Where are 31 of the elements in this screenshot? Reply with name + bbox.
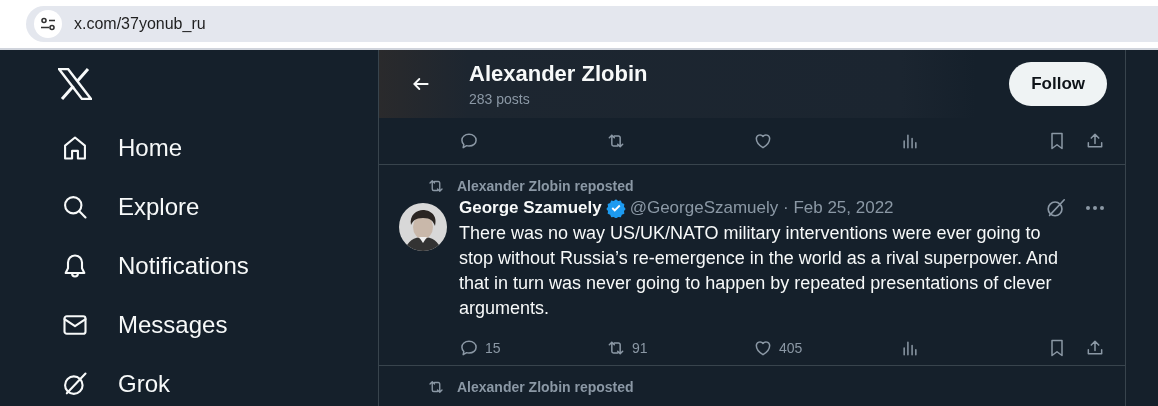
nav-item[interactable]: Messages	[0, 295, 228, 354]
x-logo-icon[interactable]	[58, 68, 92, 100]
url-text[interactable]: x.com/37yonub_ru	[74, 15, 206, 33]
share-icon	[1085, 131, 1105, 151]
repost-label: Alexander Zlobin reposted	[457, 178, 634, 194]
heart-icon	[753, 131, 773, 151]
author-name[interactable]: George Szamuely	[459, 198, 602, 218]
profile-name: Alexander Zlobin	[469, 61, 649, 87]
nav-item[interactable]: Grok	[0, 354, 170, 406]
heart-icon	[753, 338, 773, 358]
grok-icon	[61, 369, 89, 398]
like-count: 405	[779, 340, 803, 356]
follow-button[interactable]: Follow	[1009, 62, 1107, 106]
handle-and-date: @GeorgeSzamuely · Feb 25, 2022	[629, 198, 895, 218]
nav-item[interactable]: Home	[0, 118, 183, 177]
repost-count: 91	[632, 340, 648, 356]
grok-icon	[1045, 197, 1067, 219]
repost-icon	[427, 177, 445, 195]
repost-label: Alexander Zlobin reposted	[457, 379, 634, 395]
reply-count: 15	[485, 340, 501, 356]
share-icon	[1085, 338, 1105, 358]
nav-item[interactable]: Notifications	[0, 236, 249, 295]
repost-icon	[427, 378, 445, 396]
post-text: There was no way US/UK/NATO military interventions were ever going to stop without Russia’s re-emergence in the world as a rival superpower. And that in turn was never going to happen by repeated presentations of clever arguments.	[459, 222, 1059, 320]
address-bar[interactable]: x.com/37yonub_ru	[26, 6, 1158, 42]
site-settings-icon[interactable]	[40, 17, 56, 31]
reply-icon	[459, 338, 479, 358]
post-count: 283 posts	[469, 91, 531, 107]
reply-icon	[459, 131, 479, 151]
more-icon[interactable]	[1085, 205, 1105, 211]
nav-item[interactable]: Explore	[0, 177, 200, 236]
